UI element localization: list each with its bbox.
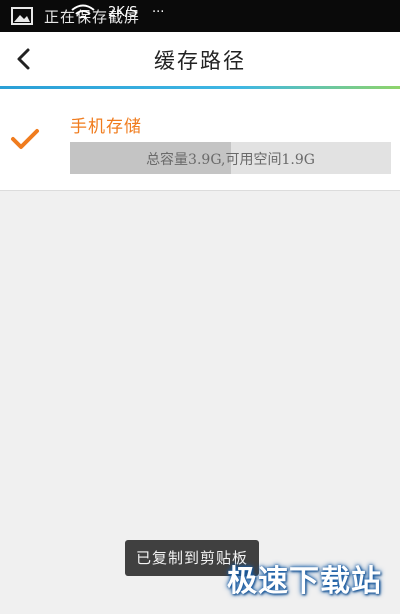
checkmark-icon bbox=[10, 127, 40, 155]
header-bar: 缓存路径 bbox=[0, 32, 400, 86]
watermark-logo: 极速下载站 bbox=[227, 564, 382, 599]
status-overflow: ··· bbox=[152, 5, 165, 20]
wifi-icon bbox=[70, 3, 96, 27]
storage-usage-text: 总容量3.9G,可用空间1.9G bbox=[146, 152, 315, 168]
storage-name: 手机存储 bbox=[70, 117, 142, 137]
storage-usage-bar: 总容量3.9G,可用空间1.9G bbox=[70, 142, 391, 174]
page-title: 缓存路径 bbox=[154, 49, 246, 73]
image-icon bbox=[11, 7, 33, 29]
status-bar: 正在保存截屏 2K/S ··· bbox=[0, 0, 400, 32]
storage-option-phone[interactable]: 手机存储 总容量3.9G,可用空间1.9G bbox=[0, 89, 400, 191]
network-speed: 2K/S bbox=[108, 5, 138, 20]
